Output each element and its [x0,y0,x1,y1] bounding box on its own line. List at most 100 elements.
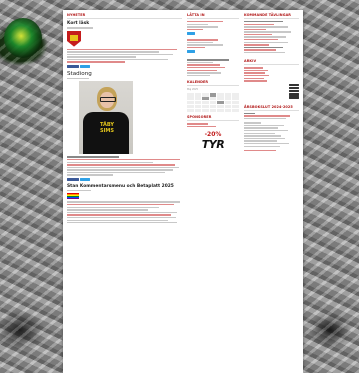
calendar-day[interactable] [202,93,209,97]
calendar-day[interactable] [202,109,209,113]
archive-link[interactable] [244,67,263,69]
sidebar-link[interactable] [187,126,216,128]
share-button[interactable] [187,32,195,36]
club-crest-image [67,30,81,47]
post-meta [67,190,91,192]
sidebar-text [244,142,290,145]
sidebar-text [244,26,288,28]
calendar-day[interactable] [202,97,209,101]
archive-link[interactable] [244,72,265,74]
calendar-day[interactable] [209,109,217,113]
calendar-day[interactable] [224,101,232,105]
post-text-line [67,48,178,50]
facebook-share-button[interactable] [67,177,79,181]
calendar-day[interactable] [187,93,194,97]
sidebar-link[interactable] [244,44,270,46]
calendar-day[interactable] [209,105,217,109]
twitter-share-button[interactable] [80,64,90,68]
post-text-line [67,206,159,208]
sidebar-link[interactable] [244,33,272,36]
sidebar-text [244,36,286,38]
calendar-day[interactable] [217,101,224,105]
sidebar-link[interactable] [244,49,276,51]
calendar-day[interactable] [224,97,232,101]
calendar-day[interactable] [187,109,194,113]
calendar-day[interactable] [224,105,232,109]
calendar-day[interactable] [217,105,224,109]
sidebar-link[interactable] [187,66,226,69]
archive-link[interactable] [244,77,264,80]
share-buttons [67,64,182,68]
sidebar-text [187,61,213,64]
calendar-day[interactable] [187,101,194,105]
calendar-day[interactable] [209,97,217,101]
sidebar-link[interactable] [187,28,203,31]
calendar-day[interactable] [202,101,209,105]
calendar-day[interactable] [209,101,217,105]
sponsor-discount: -20% [204,131,222,139]
photo-caption [67,156,119,158]
calendar-day[interactable] [194,101,202,105]
sidebar-link[interactable] [244,28,266,31]
tyr-sponsor-banner[interactable]: -20% TYR [187,131,239,151]
post-text-line [67,201,180,203]
sidebar-link[interactable] [187,39,219,41]
sidebar-link[interactable] [244,149,276,152]
post-meta [67,78,89,80]
share-button[interactable] [187,50,195,54]
post-title[interactable]: Stan Kommentarsmenu och Betaplatt 2025 [67,184,182,189]
calendar-day[interactable] [217,93,224,97]
sidebar-text [244,132,275,134]
sidebar-text [244,124,284,127]
middle-sidebar: LÄTTA IN KALENDER Maj 2025 SPONSORER -20… [187,13,239,151]
sidebar-text [187,72,222,74]
swimmer-photo: TÄBY SIMS [79,81,133,155]
archive-link[interactable] [244,69,269,72]
calendar-day[interactable] [217,97,224,101]
archive-heading: ARKIV [244,59,299,66]
calendar-day[interactable] [224,109,232,113]
calendar-day[interactable] [232,101,239,105]
facebook-share-button[interactable] [67,64,79,68]
sidebar-text [187,74,210,77]
twitter-share-button[interactable] [80,177,90,181]
post-title[interactable]: Kort läsk [67,21,182,26]
calendar-day[interactable] [232,93,239,97]
sidebar-link[interactable] [244,39,279,41]
calendar-day[interactable] [187,105,194,109]
calendar-day[interactable] [232,105,239,109]
calendar-day[interactable] [202,105,209,109]
post-text-line [67,53,173,56]
sidebar-text [187,41,213,44]
calendar-month: Maj 2025 [187,88,199,92]
post-text-line [67,161,154,163]
sidebar-link[interactable] [187,46,205,49]
sidebar-text [244,137,285,140]
calendar-day[interactable] [194,109,202,113]
archive-link[interactable] [244,75,270,77]
calendar-day[interactable] [194,105,202,109]
web-page: NYHETER Kort läsk Stadiong TÄBY SIMS Sta… [63,10,303,373]
sidebar-link[interactable] [187,21,224,23]
sidebar-link[interactable] [187,69,218,71]
tyr-logo: TYR [201,138,225,152]
post-link[interactable] [67,61,125,63]
sidebar-heading: KOMMANDE TÄVLINGAR [244,13,299,19]
sidebar-link[interactable] [187,123,208,125]
sidebar-link[interactable] [187,64,221,66]
sidebar-link[interactable] [244,23,275,25]
sidebar-link[interactable] [244,115,291,117]
calendar-day[interactable] [217,109,224,113]
calendar-day[interactable] [187,97,194,101]
calendar-day[interactable] [232,109,239,113]
post-text-line [67,169,173,171]
calendar-day[interactable] [232,97,239,101]
calendar-day[interactable] [209,93,217,97]
calendar-day[interactable] [194,97,202,101]
post-title[interactable]: Stadiong [67,71,182,77]
calendar-day[interactable] [224,93,232,97]
calendar-day[interactable] [194,93,202,97]
post-text-line [67,204,174,206]
yearbook-heading: ÅRSBOKSLUT 2024-2025 [244,105,299,111]
archive-link[interactable] [244,80,268,82]
